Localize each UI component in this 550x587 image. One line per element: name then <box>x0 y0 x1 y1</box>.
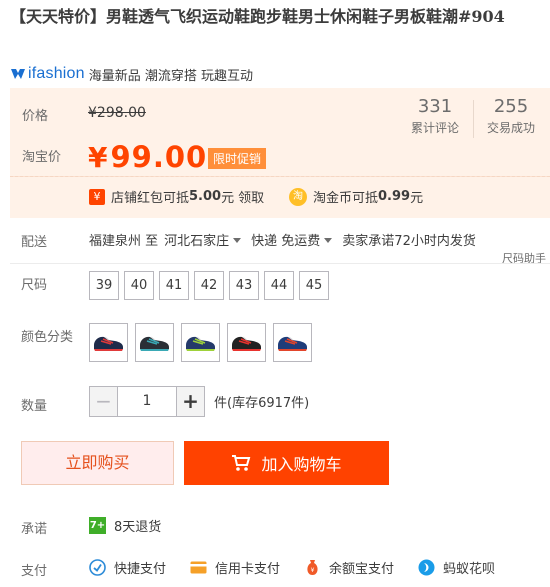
stat-divider <box>473 100 474 138</box>
shoe-thumbnail-icon <box>232 336 261 351</box>
size-option[interactable]: 42 <box>194 271 224 300</box>
add-to-cart-button[interactable]: 加入购物车 <box>184 441 389 485</box>
shoe-thumbnail-icon <box>186 336 215 351</box>
size-options: 39 40 41 42 43 44 45 <box>89 271 329 300</box>
ship-from: 福建泉州 至 <box>89 234 159 249</box>
huabei-label: 蚂蚁花呗 <box>443 562 496 577</box>
sales-count-caption: 交易成功 <box>486 121 535 135</box>
quick-pay-label: 快捷支付 <box>114 562 167 577</box>
return-promise: 7+ 8天退货 <box>89 516 161 535</box>
payment-method: 信用卡支付 <box>190 558 280 577</box>
return-promise-text: 8天退货 <box>114 520 162 535</box>
payment-methods: 快捷支付 信用卡支付 ¥ 余额宝支付 蚂蚁花呗 <box>89 558 519 577</box>
color-swatch[interactable] <box>135 323 174 362</box>
delivery-row: 福建泉州 至 河北石家庄 快递 免运费 卖家承诺72小时内发货 <box>89 230 476 249</box>
ifashion-logo[interactable]: ifashion <box>10 65 85 83</box>
payment-label: 支付 <box>21 564 48 579</box>
taojinbi-amount: 0.99 <box>378 189 411 204</box>
sales-count-value: 255 <box>493 96 529 117</box>
decrement-button[interactable]: − <box>89 386 118 417</box>
red-packet-prefix: 店铺红包可抵 <box>111 191 190 206</box>
logo-text: ifashion <box>28 65 85 82</box>
color-swatch[interactable] <box>273 323 312 362</box>
claim-red-packet-link[interactable]: 领取 <box>238 187 264 206</box>
price-panel: 价格 ¥298.00 淘宝价 ¥99.00 限时促销 331 累计评论 255 … <box>10 88 550 218</box>
review-count-caption: 累计评论 <box>410 121 459 135</box>
cart-icon <box>232 455 251 471</box>
taojinbi-prefix: 淘金币可抵 <box>313 191 379 206</box>
sales-count[interactable]: 255 交易成功 <box>476 96 546 138</box>
credit-card-icon <box>190 559 207 576</box>
color-options <box>89 323 312 362</box>
shipping-method-value: 快递 免运费 <box>251 234 321 249</box>
review-count-value: 331 <box>417 96 453 117</box>
promise-label: 承诺 <box>21 522 48 537</box>
payment-method: 快捷支付 <box>89 558 166 577</box>
quantity-stepper: − 1 + 件(库存6917件) <box>89 386 309 417</box>
yuebao-label: 余额宝支付 <box>329 562 395 577</box>
svg-text:¥: ¥ <box>311 567 315 574</box>
brand-row: ifashion 海量新品 潮流穿搭 玩趣互动 <box>10 64 253 84</box>
chevron-down-icon <box>324 238 333 243</box>
taojinbi-offer: 淘 淘金币可抵 0.99 元 <box>289 187 423 206</box>
buy-now-button[interactable]: 立即购买 <box>21 441 174 485</box>
size-option[interactable]: 45 <box>299 271 329 300</box>
size-option[interactable]: 43 <box>229 271 259 300</box>
delivery-label: 配送 <box>21 235 48 250</box>
color-swatch[interactable] <box>181 323 220 362</box>
current-price-value: 99.00 <box>110 140 208 174</box>
color-label: 颜色分类 <box>21 330 74 345</box>
taojinbi-suffix: 元 <box>410 191 424 206</box>
size-option[interactable]: 41 <box>159 271 189 300</box>
chevron-down-icon <box>233 238 242 243</box>
add-to-cart-label: 加入购物车 <box>261 455 342 474</box>
yuebao-icon: ¥ <box>304 559 321 576</box>
red-packet-suffix: 元 <box>221 191 235 206</box>
color-swatch[interactable] <box>89 323 128 362</box>
taobao-price-label: 淘宝价 <box>22 150 62 165</box>
payment-method: 蚂蚁花呗 <box>418 558 495 577</box>
shipping-method-select[interactable]: 快递 免运费 <box>251 230 342 249</box>
price-divider <box>10 176 550 177</box>
price-label: 价格 <box>22 109 49 124</box>
product-title: 【天天特价】男鞋透气飞织运动鞋跑步鞋男士休闲鞋子男板鞋潮#904 <box>10 7 505 26</box>
current-price: ¥99.00 <box>88 140 207 174</box>
shop-red-packet: ¥ 店铺红包可抵 5.00 元 领取 <box>89 187 264 206</box>
currency-symbol: ¥ <box>88 141 109 174</box>
ship-to-value: 河北石家庄 <box>164 234 230 249</box>
increment-button[interactable]: + <box>176 386 205 417</box>
huabei-icon <box>418 559 435 576</box>
size-option[interactable]: 44 <box>264 271 294 300</box>
red-packet-amount: 5.00 <box>189 189 222 204</box>
review-count[interactable]: 331 累计评论 <box>400 96 470 138</box>
shoe-thumbnail-icon <box>278 336 307 351</box>
quantity-input[interactable]: 1 <box>118 386 176 417</box>
quick-pay-icon <box>89 559 106 576</box>
ship-promise: 卖家承诺72小时内发货 <box>342 234 476 249</box>
taojinbi-icon: 淘 <box>289 187 307 206</box>
brand-tagline: 海量新品 潮流穿搭 玩趣互动 <box>88 68 254 84</box>
shoe-thumbnail-icon <box>94 336 123 351</box>
color-swatch[interactable] <box>227 323 266 362</box>
original-price: ¥298.00 <box>88 105 146 121</box>
shoe-thumbnail-icon <box>140 336 169 351</box>
brand-mark-icon <box>11 69 25 79</box>
red-packet-icon: ¥ <box>89 188 105 205</box>
payment-method: ¥ 余额宝支付 <box>304 558 394 577</box>
size-option[interactable]: 40 <box>124 271 154 300</box>
section-divider <box>10 263 550 264</box>
size-label: 尺码 <box>21 278 48 293</box>
ship-to-select[interactable]: 河北石家庄 <box>164 230 251 249</box>
size-option[interactable]: 39 <box>89 271 119 300</box>
stock-info: 件(库存6917件) <box>214 396 310 411</box>
promo-badge: 限时促销 <box>208 148 267 169</box>
seven-day-return-icon: 7+ <box>89 517 106 534</box>
quantity-label: 数量 <box>21 399 48 414</box>
credit-card-label: 信用卡支付 <box>215 562 281 577</box>
